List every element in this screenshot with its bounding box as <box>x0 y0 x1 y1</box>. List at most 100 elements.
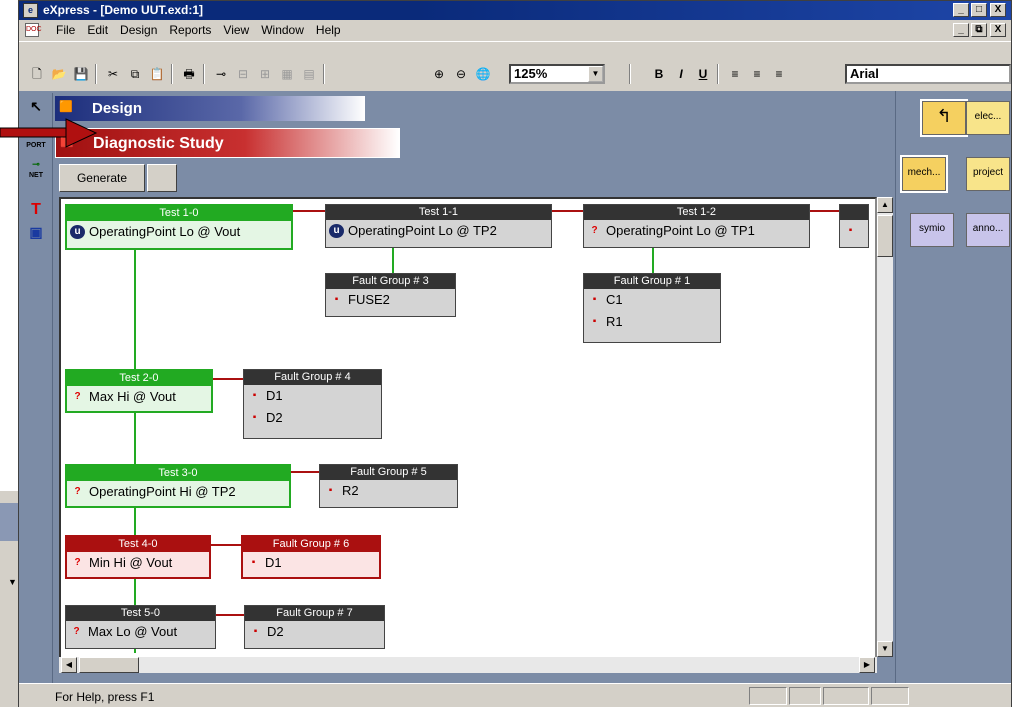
test-node[interactable]: Test 5-0 ? Max Lo @ Vout <box>65 605 216 649</box>
table-icon[interactable]: ▤ <box>299 65 319 83</box>
fault-group-node[interactable]: Fault Group # 3 ▪ FUSE2 <box>325 273 456 317</box>
test-node[interactable]: Test 4-0 ? Min Hi @ Vout <box>65 535 211 579</box>
doc-restore-button[interactable]: ⧉ <box>971 23 987 37</box>
align-left-icon[interactable]: ≡ <box>725 65 745 83</box>
paste-icon[interactable]: 📋 <box>147 65 167 83</box>
dropdown-arrow-icon[interactable]: ▼ <box>8 577 17 587</box>
menu-reports[interactable]: Reports <box>168 23 212 37</box>
menu-help[interactable]: Help <box>315 23 342 37</box>
copy-icon[interactable]: ⧉ <box>125 65 145 83</box>
component-name: FUSE2 <box>348 292 390 307</box>
document-icon[interactable]: DOC <box>25 23 42 37</box>
fault-group-node[interactable]: Fault Group # 4 ▪ D1 ▪ D2 <box>243 369 382 439</box>
doc-close-button[interactable]: X <box>990 23 1006 37</box>
new-file-icon[interactable]: 🗋 <box>27 65 47 83</box>
test-node[interactable]: Test 2-0 ? Max Hi @ Vout <box>65 369 213 413</box>
scroll-right-icon[interactable]: ▶ <box>859 657 875 673</box>
test-node[interactable]: Test 1-1 u OperatingPoint Lo @ TP2 <box>325 204 552 248</box>
title-bar[interactable]: e eXpress - [Demo UUT.exd:1] _ □ X <box>19 1 1011 20</box>
test-node[interactable]: Test 1-0 u OperatingPoint Lo @ Vout <box>65 204 293 250</box>
menu-edit[interactable]: Edit <box>86 23 109 37</box>
diagram-canvas[interactable]: Test 1-0 u OperatingPoint Lo @ Vout Test … <box>59 197 877 673</box>
component-name: D1 <box>266 388 283 403</box>
scroll-left-icon[interactable]: ◀ <box>61 657 77 673</box>
branch-line <box>214 614 244 616</box>
menu-file[interactable]: File <box>55 23 76 37</box>
vertical-scroll-thumb[interactable] <box>877 215 893 257</box>
net-icon[interactable]: ⊸ NET <box>26 159 46 179</box>
print-icon[interactable]: 🖶 <box>179 65 199 83</box>
status-bar: For Help, press F1 <box>19 683 1011 707</box>
fault-group-node[interactable]: Fault Group # 7 ▪ D2 <box>244 605 385 649</box>
horizontal-scroll-thumb[interactable] <box>79 657 139 673</box>
fault-group-node[interactable]: Fault Group # 6 ▪ D1 <box>241 535 381 579</box>
align-center-icon[interactable]: ≡ <box>747 65 767 83</box>
window-title: eXpress - [Demo UUT.exd:1] <box>43 3 204 17</box>
toolbar-separator <box>717 64 719 84</box>
align-right-icon[interactable]: ≡ <box>769 65 789 83</box>
open-folder-icon[interactable]: 📂 <box>49 65 69 83</box>
palette-folder[interactable]: mech... <box>900 155 948 193</box>
text-tool-icon[interactable]: T <box>26 201 46 221</box>
folder-up-icon[interactable]: ↰ <box>920 99 968 137</box>
zoom-select[interactable]: 125% ▼ <box>509 64 605 84</box>
grid-icon[interactable]: ▦ <box>277 65 297 83</box>
palette-folder[interactable]: anno... <box>966 213 1010 247</box>
fault-group-node[interactable]: Fault Group # 5 ▪ R2 <box>319 464 458 508</box>
branch-line <box>392 247 394 273</box>
close-button[interactable]: X <box>990 3 1006 17</box>
test-label: Test 5-0 <box>66 606 215 621</box>
scroll-up-icon[interactable]: ▲ <box>877 197 893 213</box>
fault-group-node[interactable]: Fault Group # 1 ▪ C1 ▪ R1 <box>583 273 721 343</box>
globe-icon[interactable]: 🌐 <box>473 65 493 83</box>
vertical-scrollbar[interactable]: ▲ ▼ <box>877 197 893 657</box>
menu-view[interactable]: View <box>222 23 250 37</box>
cut-icon[interactable]: ✂ <box>103 65 123 83</box>
component-icon: ▪ <box>251 557 256 568</box>
connect-icon[interactable]: ⊸ <box>211 65 231 83</box>
distribute-icon[interactable]: ⊞ <box>255 65 275 83</box>
maximize-button[interactable]: □ <box>971 3 987 17</box>
generate-button[interactable]: Generate <box>59 164 145 192</box>
measure-icon: u <box>329 224 344 238</box>
menu-design[interactable]: Design <box>119 23 158 37</box>
doc-minimize-button[interactable]: _ <box>953 23 969 37</box>
unknown-test-icon: ? <box>73 626 80 637</box>
options-button[interactable] <box>147 164 177 192</box>
italic-button[interactable]: I <box>671 65 691 83</box>
branch-line <box>211 378 245 380</box>
toolbar-separator <box>203 64 205 84</box>
component-name: R1 <box>606 314 623 329</box>
palette-folder[interactable]: project <box>966 157 1010 191</box>
fault-group-label: Fault Group # 7 <box>245 606 384 621</box>
zoom-out-icon[interactable]: ⊖ <box>451 65 471 83</box>
underline-button[interactable]: U <box>693 65 713 83</box>
status-pane <box>871 687 909 705</box>
test-label-partial <box>840 205 868 220</box>
component-name: D1 <box>265 555 282 570</box>
minimize-button[interactable]: _ <box>953 3 969 17</box>
horizontal-scrollbar[interactable]: ◀ ▶ <box>59 657 877 673</box>
bold-button[interactable]: B <box>649 65 669 83</box>
unknown-test-icon: ? <box>74 557 81 568</box>
save-icon[interactable]: 💾 <box>71 65 91 83</box>
font-field[interactable]: Arial <box>845 64 1011 84</box>
status-pane <box>749 687 787 705</box>
zoom-in-icon[interactable]: ⊕ <box>429 65 449 83</box>
test-node[interactable]: Test 3-0 ? OperatingPoint Hi @ TP2 <box>65 464 291 508</box>
menu-window[interactable]: Window <box>260 23 305 37</box>
diagnostic-tree: Test 1-0 u OperatingPoint Lo @ Vout Test … <box>61 199 869 653</box>
app-icon: e <box>23 3 38 18</box>
layers-icon[interactable]: ▣ <box>26 225 46 247</box>
palette-folder[interactable]: symio <box>910 213 954 247</box>
left-tool-strip: ↖ ▪PORT ⊸NET T ▣ <box>19 93 53 683</box>
zoom-value: 125% <box>514 66 548 81</box>
scroll-down-icon[interactable]: ▼ <box>877 641 893 657</box>
align-icon[interactable]: ⊟ <box>233 65 253 83</box>
fault-group-label: Fault Group # 5 <box>320 465 457 480</box>
test-node[interactable]: Test 1-2 ? OperatingPoint Lo @ TP1 <box>583 204 810 248</box>
palette-folder[interactable]: elec... <box>966 101 1010 135</box>
test-node-partial[interactable]: ▪ <box>839 204 869 248</box>
chevron-down-icon[interactable]: ▼ <box>588 66 603 82</box>
net-label: NET <box>29 172 43 179</box>
